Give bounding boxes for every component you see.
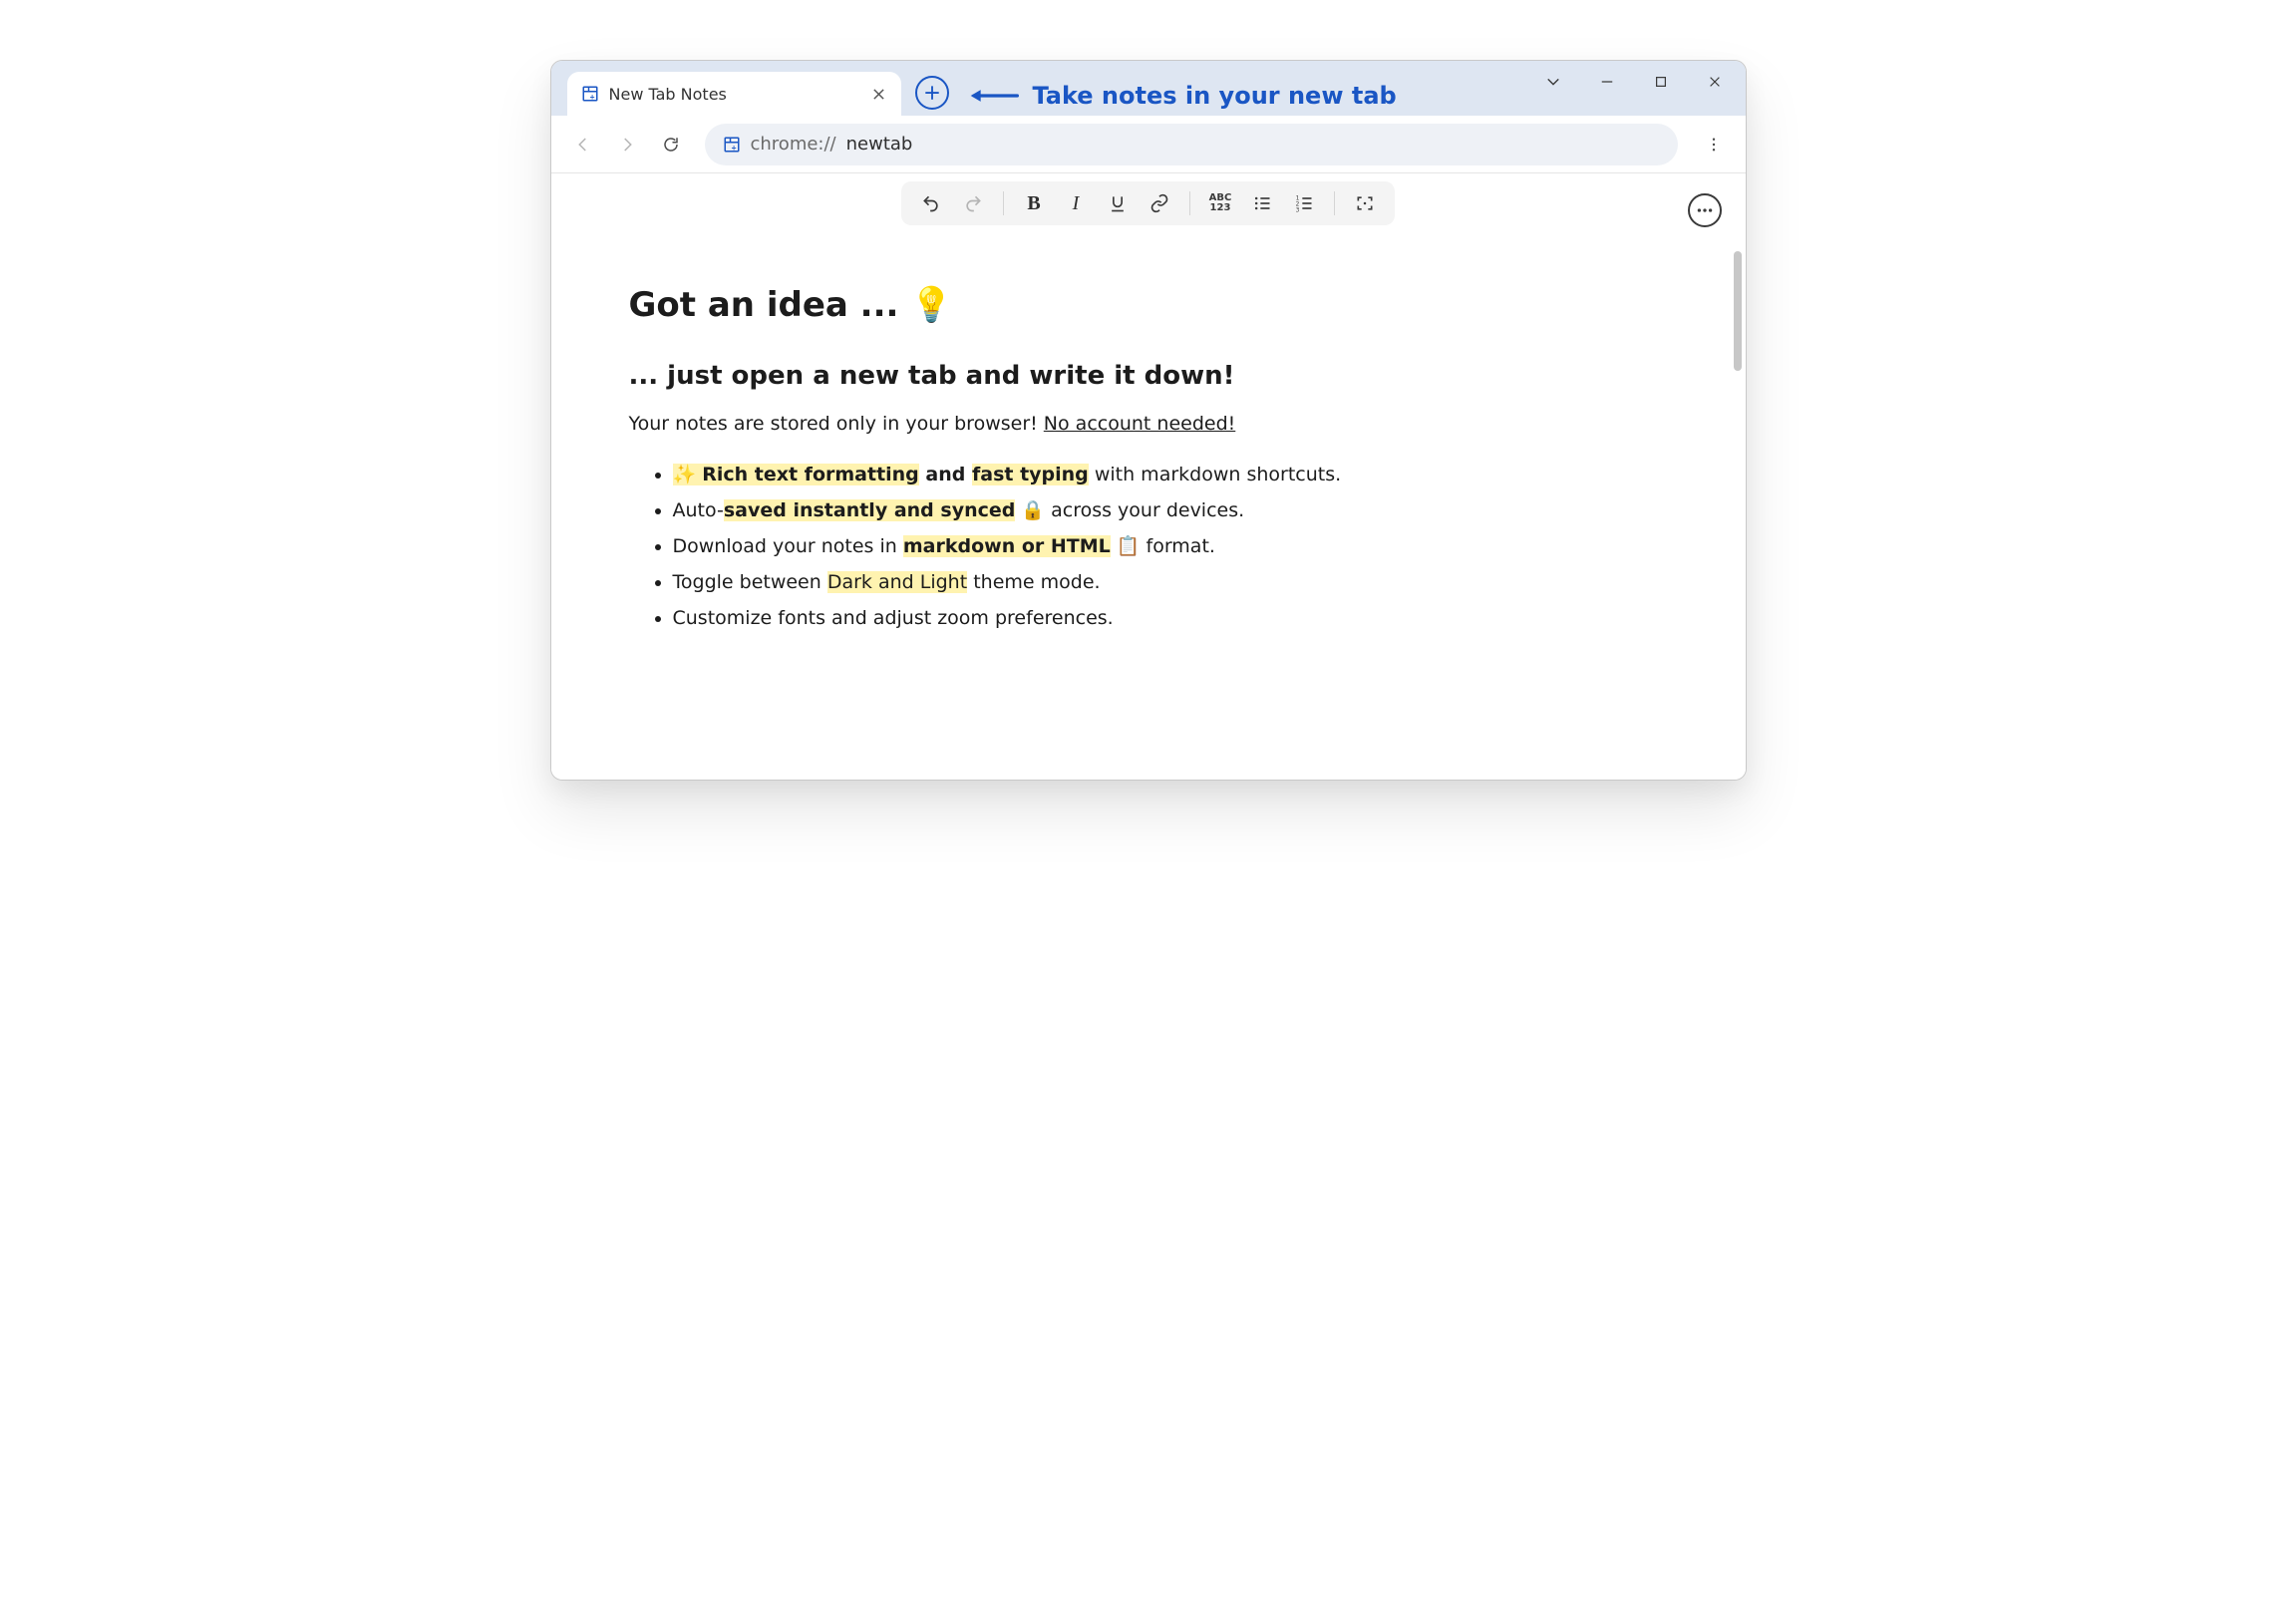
window-close-button[interactable] [1692, 67, 1738, 97]
nav-forward-button[interactable] [609, 127, 645, 162]
tab-title: New Tab Notes [609, 85, 861, 104]
redo-button[interactable] [953, 185, 993, 221]
browser-window: + New Tab Notes Take notes in your new t… [550, 60, 1747, 781]
page-content: B I ABC123 123 [551, 181, 1746, 780]
toolbar-separator [1003, 191, 1004, 215]
window-minimize-button[interactable] [1584, 67, 1630, 97]
list-item: ✨ Rich text formatting and fast typing w… [673, 457, 1447, 492]
note-intro-text: Your notes are stored only in your brows… [629, 413, 1044, 435]
list-item: Toggle between Dark and Light theme mode… [673, 564, 1447, 600]
tab-strip: + New Tab Notes Take notes in your new t… [551, 61, 1746, 116]
list-item: Download your notes in markdown or HTML … [673, 528, 1447, 564]
tab-active[interactable]: + New Tab Notes [567, 72, 901, 116]
url-path: newtab [846, 134, 913, 155]
block-type-button[interactable]: ABC123 [1200, 185, 1240, 221]
lock-icon: 🔒 [1015, 499, 1051, 521]
window-tabsearch-button[interactable] [1530, 67, 1576, 97]
note-editor[interactable]: Got an idea ... 💡 ... just open a new ta… [629, 285, 1447, 636]
note-intro: Your notes are stored only in your brows… [629, 413, 1447, 435]
italic-button[interactable]: I [1056, 185, 1096, 221]
nav-reload-button[interactable] [653, 127, 689, 162]
list-item: Auto-saved instantly and synced 🔒 across… [673, 492, 1447, 528]
link-button[interactable] [1140, 185, 1179, 221]
promo-text: Take notes in your new tab [1033, 82, 1397, 110]
toolbar-separator [1334, 191, 1335, 215]
editor-more-button[interactable] [1688, 193, 1722, 227]
window-maximize-button[interactable] [1638, 67, 1684, 97]
note-bullet-list: ✨ Rich text formatting and fast typing w… [629, 457, 1447, 636]
underline-button[interactable] [1098, 185, 1138, 221]
undo-button[interactable] [911, 185, 951, 221]
svg-text:+: + [731, 144, 737, 152]
note-intro-underline: No account needed! [1044, 413, 1235, 435]
site-favicon-icon: + [723, 136, 741, 154]
promo-annotation: Take notes in your new tab [969, 82, 1397, 110]
clipboard-icon: 📋 [1111, 535, 1147, 557]
svg-text:3: 3 [1296, 207, 1300, 213]
bold-button[interactable]: B [1014, 185, 1054, 221]
url-scheme: chrome:// [751, 134, 836, 155]
tab-close-icon[interactable] [871, 86, 887, 102]
toolbar-row: + chrome:// newtab [551, 116, 1746, 173]
nav-back-button[interactable] [565, 127, 601, 162]
window-controls [1530, 67, 1738, 97]
new-tab-button[interactable] [915, 76, 949, 110]
list-item: Customize fonts and adjust zoom preferen… [673, 600, 1447, 636]
bullet-list-button[interactable] [1242, 185, 1282, 221]
scrollbar-thumb[interactable] [1734, 251, 1742, 371]
arrow-left-icon [969, 86, 1019, 106]
tab-favicon-icon: + [581, 85, 599, 103]
fullscreen-button[interactable] [1345, 185, 1385, 221]
address-bar[interactable]: + chrome:// newtab [705, 124, 1678, 165]
note-heading-1: Got an idea ... 💡 [629, 285, 1447, 325]
numbered-list-button[interactable]: 123 [1284, 185, 1324, 221]
svg-text:+: + [589, 93, 595, 101]
browser-menu-button[interactable] [1696, 127, 1732, 162]
toolbar-separator [1189, 191, 1190, 215]
note-heading-2: ... just open a new tab and write it dow… [629, 361, 1447, 391]
editor-toolbar: B I ABC123 123 [901, 181, 1395, 225]
